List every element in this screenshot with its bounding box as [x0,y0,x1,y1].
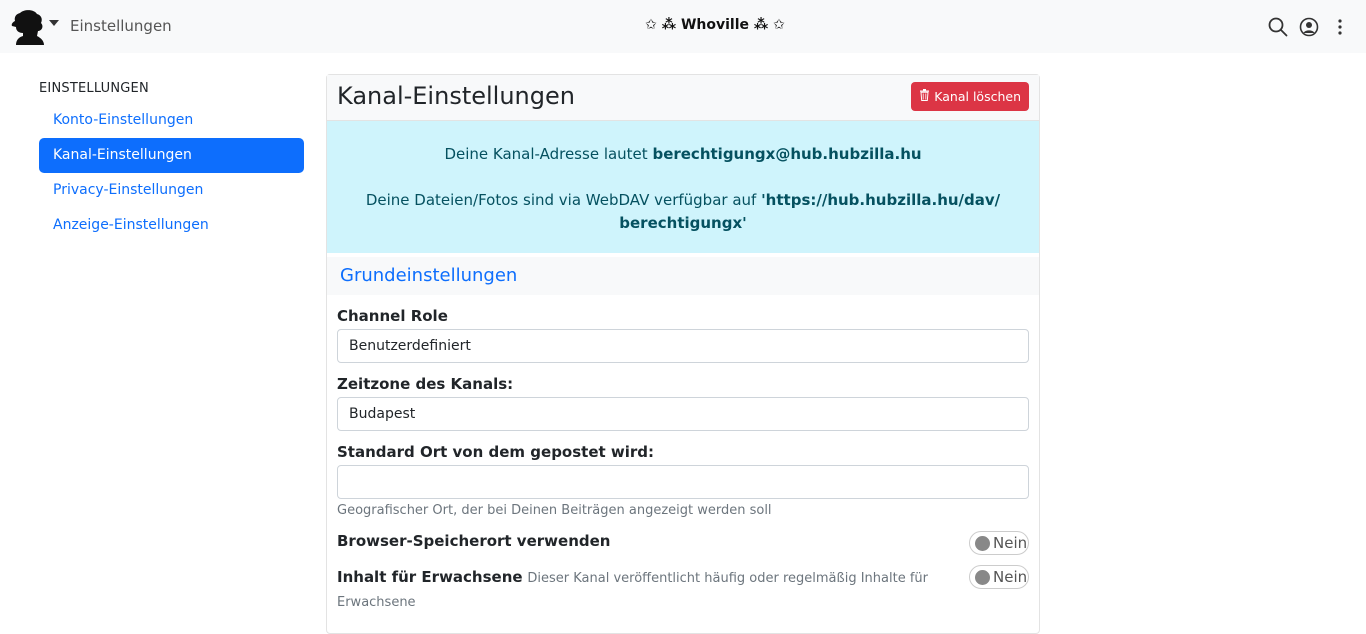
channel-address-text: Deine Kanal-Adresse lautet berechtigungx… [444,145,922,163]
webdav-text: Deine Dateien/Fotos sind via WebDAV verf… [365,191,1001,232]
timezone-select[interactable]: Budapest [337,397,1029,431]
channel-role-label: Channel Role [337,307,448,325]
browser-location-row: Browser-Speicherort verwenden Nein [337,531,1029,555]
search-icon[interactable] [1267,16,1289,38]
sidebar-heading: EINSTELLUNGEN [39,81,149,96]
channel-settings-card: Kanal-Einstellungen Kanal löschen Deine … [326,74,1040,634]
adult-content-text: Inhalt für Erwachsene Dieser Kanal veröf… [337,566,937,614]
info-alert: Deine Kanal-Adresse lautet berechtigungx… [327,121,1039,253]
card-title: Kanal-Einstellungen [337,82,575,110]
sidebar-item-privacy[interactable]: Privacy-Einstellungen [39,173,304,208]
location-label: Standard Ort von dem gepostet wird: [337,443,655,461]
sidebar-item-konto[interactable]: Konto-Einstellungen [39,103,304,138]
toggle-knob [975,535,990,551]
channel-role-select[interactable]: Benutzerdefiniert [337,329,1029,363]
adult-content-label: Inhalt für Erwachsene [337,568,523,586]
channel-address: berechtigungx@hub.hubzilla.hu [652,145,922,163]
sidebar-item-anzeige[interactable]: Anzeige-Einstellungen [39,208,304,243]
trash-icon [919,89,930,104]
section-basic-settings[interactable]: Grundeinstellungen [327,257,1039,295]
settings-form: Channel Role Benutzerdefiniert Zeitzone … [327,307,1039,614]
toggle-value: Nein [993,568,1028,586]
user-circle-icon[interactable] [1298,16,1320,38]
card-header: Kanal-Einstellungen Kanal löschen [327,75,1039,121]
browser-location-label: Browser-Speicherort verwenden [337,532,611,550]
more-vertical-icon[interactable] [1329,16,1351,38]
toggle-value: Nein [993,534,1028,552]
browser-location-toggle[interactable]: Nein [969,531,1029,555]
location-help: Geografischer Ort, der bei Deinen Beiträ… [337,503,772,518]
site-name[interactable]: ✩ ⁂ Whoville ⁂ ✩ [0,17,1366,33]
delete-channel-button[interactable]: Kanal löschen [911,82,1029,111]
delete-channel-label: Kanal löschen [934,89,1021,104]
adult-content-toggle[interactable]: Nein [969,565,1029,589]
timezone-label: Zeitzone des Kanals: [337,375,514,393]
adult-content-row: Inhalt für Erwachsene Dieser Kanal veröf… [337,565,1029,614]
toggle-knob [975,569,990,585]
location-input[interactable] [337,465,1029,499]
sidebar-item-kanal[interactable]: Kanal-Einstellungen [39,138,304,173]
settings-sidebar: EINSTELLUNGEN Konto-Einstellungen Kanal-… [39,80,304,243]
top-navbar: Einstellungen ✩ ⁂ Whoville ⁂ ✩ [0,0,1366,53]
